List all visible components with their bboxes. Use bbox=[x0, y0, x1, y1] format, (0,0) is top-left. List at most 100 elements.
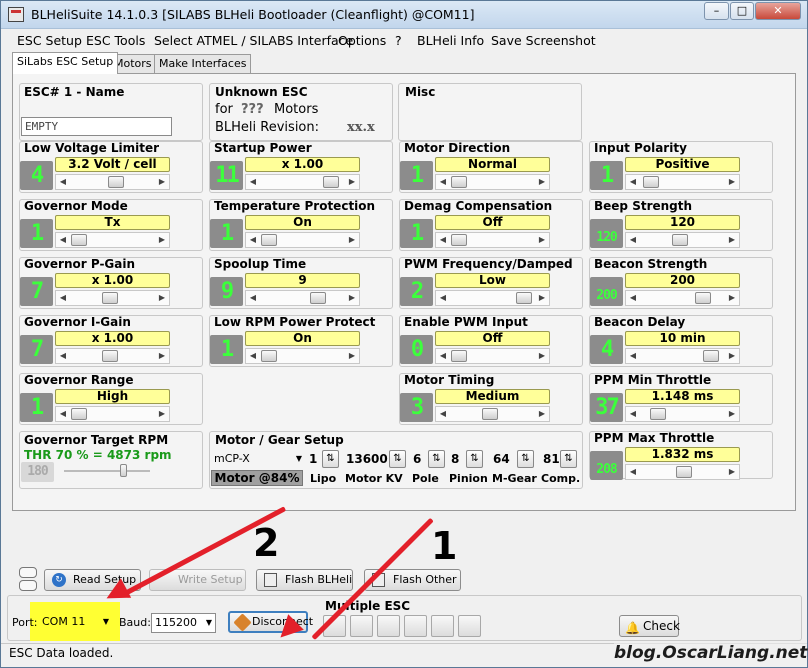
chevron-right-icon[interactable]: ▶ bbox=[536, 291, 548, 305]
beep-strength-slider-thumb[interactable] bbox=[672, 234, 688, 246]
chevron-left-icon[interactable]: ◀ bbox=[437, 407, 449, 421]
motor-timing-slider[interactable]: ◀ ▶ bbox=[435, 406, 550, 422]
port-select[interactable]: COM 11 ▼ bbox=[39, 613, 112, 633]
chevron-left-icon[interactable]: ◀ bbox=[247, 349, 259, 363]
chevron-left-icon[interactable]: ◀ bbox=[57, 407, 69, 421]
gov-p-gain-slider[interactable]: ◀ ▶ bbox=[55, 290, 170, 306]
gov-target-slider[interactable] bbox=[64, 463, 150, 479]
temp-protection-slider[interactable]: ◀ ▶ bbox=[245, 232, 360, 248]
chevron-right-icon[interactable]: ▶ bbox=[536, 407, 548, 421]
esc-6-button[interactable] bbox=[458, 615, 481, 637]
gov-i-gain-slider-thumb[interactable] bbox=[102, 350, 118, 362]
esc-3-button[interactable] bbox=[377, 615, 400, 637]
chevron-right-icon[interactable]: ▶ bbox=[536, 233, 548, 247]
chevron-right-icon[interactable]: ▶ bbox=[726, 175, 738, 189]
ppm-max-slider[interactable]: ◀ ▶ bbox=[625, 464, 740, 480]
ppm-min-slider[interactable]: ◀ ▶ bbox=[625, 406, 740, 422]
esc-5-button[interactable] bbox=[431, 615, 454, 637]
startup-power-slider-thumb[interactable] bbox=[323, 176, 339, 188]
ppm-max-slider-thumb[interactable] bbox=[676, 466, 692, 478]
beacon-strength-slider[interactable]: ◀ ▶ bbox=[625, 290, 740, 306]
chevron-right-icon[interactable]: ▶ bbox=[346, 349, 358, 363]
chevron-left-icon[interactable]: ◀ bbox=[437, 349, 449, 363]
menu-blheli-info[interactable]: BLHeli Info bbox=[417, 33, 484, 48]
chevron-left-icon[interactable]: ◀ bbox=[247, 291, 259, 305]
check-button[interactable]: 🔔 Check bbox=[619, 615, 680, 637]
chevron-right-icon[interactable]: ▶ bbox=[156, 407, 168, 421]
beep-strength-slider[interactable]: ◀ ▶ bbox=[625, 232, 740, 248]
esc-name-input[interactable]: EMPTY bbox=[21, 117, 172, 136]
minimize-icon[interactable]: – bbox=[704, 2, 729, 20]
pinion-stepper[interactable]: ⇅ bbox=[466, 450, 483, 468]
lipo-stepper[interactable]: ⇅ bbox=[322, 450, 339, 468]
close-icon[interactable]: ✕ bbox=[755, 2, 801, 20]
menu-help[interactable]: ? bbox=[395, 33, 402, 48]
menu-esc-tools[interactable]: ESC Tools bbox=[86, 33, 145, 48]
beacon-delay-slider-thumb[interactable] bbox=[703, 350, 719, 362]
low-voltage-slider[interactable]: ◀ ▶ bbox=[55, 174, 170, 190]
demag-slider[interactable]: ◀ ▶ bbox=[435, 232, 550, 248]
chevron-right-icon[interactable]: ▶ bbox=[346, 233, 358, 247]
chevron-left-icon[interactable]: ◀ bbox=[247, 233, 259, 247]
chevron-left-icon[interactable]: ◀ bbox=[627, 349, 639, 363]
low-rpm-slider[interactable]: ◀ ▶ bbox=[245, 348, 360, 364]
esc-4-button[interactable] bbox=[404, 615, 427, 637]
maximize-icon[interactable]: □ bbox=[730, 2, 754, 20]
esc-2-button[interactable] bbox=[350, 615, 373, 637]
temp-protection-slider-thumb[interactable] bbox=[261, 234, 277, 246]
chevron-right-icon[interactable]: ▶ bbox=[536, 349, 548, 363]
spoolup-slider-thumb[interactable] bbox=[310, 292, 326, 304]
tab-make-interfaces[interactable]: Make Interfaces bbox=[154, 54, 252, 73]
chevron-right-icon[interactable]: ▶ bbox=[346, 175, 358, 189]
chevron-left-icon[interactable]: ◀ bbox=[57, 291, 69, 305]
pwm-freq-slider[interactable]: ◀ ▶ bbox=[435, 290, 550, 306]
chevron-right-icon[interactable]: ▶ bbox=[346, 291, 358, 305]
comp-stepper[interactable]: ⇅ bbox=[560, 450, 577, 468]
motor-direction-slider[interactable]: ◀ ▶ bbox=[435, 174, 550, 190]
beacon-strength-slider-thumb[interactable] bbox=[695, 292, 711, 304]
demag-slider-thumb[interactable] bbox=[451, 234, 467, 246]
chevron-left-icon[interactable]: ◀ bbox=[437, 291, 449, 305]
gov-p-gain-slider-thumb[interactable] bbox=[102, 292, 118, 304]
chevron-left-icon[interactable]: ◀ bbox=[437, 175, 449, 189]
chevron-right-icon[interactable]: ▶ bbox=[726, 349, 738, 363]
chevron-left-icon[interactable]: ◀ bbox=[627, 175, 639, 189]
tab-silabs-esc-setup[interactable]: SiLabs ESC Setup bbox=[12, 52, 119, 74]
chevron-left-icon[interactable]: ◀ bbox=[57, 349, 69, 363]
flash-blheli-button[interactable]: Flash BLHeli bbox=[256, 569, 353, 591]
chevron-right-icon[interactable]: ▶ bbox=[726, 291, 738, 305]
chevron-left-icon[interactable]: ◀ bbox=[627, 465, 639, 479]
pwm-freq-slider-thumb[interactable] bbox=[516, 292, 532, 304]
baud-select[interactable]: 115200 ▼ bbox=[151, 613, 216, 633]
chevron-left-icon[interactable]: ◀ bbox=[247, 175, 259, 189]
governor-mode-slider[interactable]: ◀ ▶ bbox=[55, 232, 170, 248]
chevron-right-icon[interactable]: ▶ bbox=[726, 407, 738, 421]
pole-stepper[interactable]: ⇅ bbox=[428, 450, 445, 468]
chevron-right-icon[interactable]: ▶ bbox=[156, 175, 168, 189]
chevron-right-icon[interactable]: ▶ bbox=[536, 175, 548, 189]
chevron-left-icon[interactable]: ◀ bbox=[57, 175, 69, 189]
spoolup-slider[interactable]: ◀ ▶ bbox=[245, 290, 360, 306]
chevron-left-icon[interactable]: ◀ bbox=[627, 291, 639, 305]
gov-range-slider[interactable]: ◀ ▶ bbox=[55, 406, 170, 422]
gov-i-gain-slider[interactable]: ◀ ▶ bbox=[55, 348, 170, 364]
motor-timing-slider-thumb[interactable] bbox=[482, 408, 498, 420]
input-polarity-slider[interactable]: ◀ ▶ bbox=[625, 174, 740, 190]
low-rpm-slider-thumb[interactable] bbox=[261, 350, 277, 362]
startup-power-slider[interactable]: ◀ ▶ bbox=[245, 174, 360, 190]
chevron-left-icon[interactable]: ◀ bbox=[437, 233, 449, 247]
menu-select-interface[interactable]: Select ATMEL / SILABS Interface bbox=[154, 33, 353, 48]
chevron-right-icon[interactable]: ▶ bbox=[726, 233, 738, 247]
chevron-right-icon[interactable]: ▶ bbox=[156, 291, 168, 305]
gov-target-slider-thumb[interactable] bbox=[120, 464, 127, 477]
ppm-min-slider-thumb[interactable] bbox=[650, 408, 666, 420]
chevron-right-icon[interactable]: ▶ bbox=[726, 465, 738, 479]
motor-direction-slider-thumb[interactable] bbox=[451, 176, 467, 188]
motor-model-select[interactable]: mCP-X ▼ bbox=[211, 450, 305, 470]
read-setup-button[interactable]: ↻ Read Setup bbox=[44, 569, 141, 591]
input-polarity-slider-thumb[interactable] bbox=[643, 176, 659, 188]
low-voltage-slider-thumb[interactable] bbox=[108, 176, 124, 188]
enable-pwm-slider-thumb[interactable] bbox=[451, 350, 467, 362]
menu-options[interactable]: Options bbox=[338, 33, 386, 48]
beacon-delay-slider[interactable]: ◀ ▶ bbox=[625, 348, 740, 364]
